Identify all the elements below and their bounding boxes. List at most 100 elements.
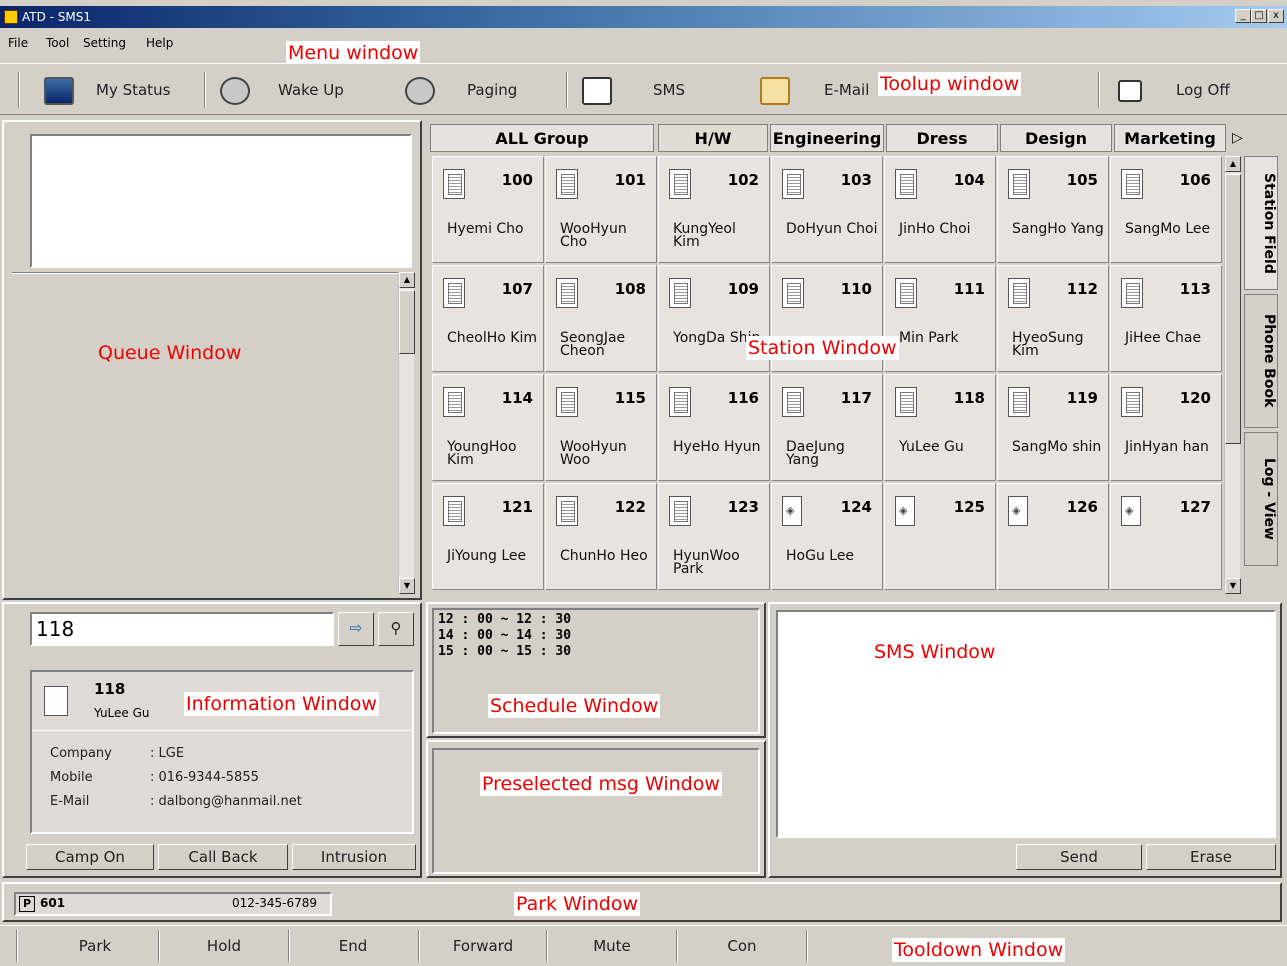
station-cell[interactable]: 118 YuLee Gu	[884, 374, 996, 481]
station-cell[interactable]: 119 SangMo shin	[997, 374, 1109, 481]
station-cell[interactable]: 105 SangHo Yang	[997, 156, 1109, 263]
station-cell[interactable]: 107 CheolHo Kim	[432, 265, 544, 372]
station-cell[interactable]: 111 Min Park	[884, 265, 996, 372]
annotation-sms-window: SMS Window	[872, 640, 998, 664]
park-slot[interactable]: P 601 012-345-6789	[14, 892, 332, 916]
preselected-msg-list[interactable]	[432, 748, 760, 874]
scroll-down-arrow-icon[interactable]: ▼	[399, 578, 415, 594]
desk-phone-icon	[443, 496, 465, 526]
queue-scrollbar[interactable]: ▲ ▼	[398, 272, 415, 594]
tab-marketing[interactable]: Marketing	[1114, 124, 1226, 152]
forward-button[interactable]: Forward	[420, 926, 546, 966]
station-cell[interactable]: 121 JiYoung Lee	[432, 483, 544, 590]
log-off-button[interactable]: Log Off	[1112, 64, 1262, 116]
station-cell[interactable]: 101 WooHyun Cho	[545, 156, 657, 263]
queue-divider	[12, 272, 412, 274]
station-number: 102	[727, 171, 759, 189]
station-cell[interactable]: 115 WooHyun Woo	[545, 374, 657, 481]
tab-station-field[interactable]: Station Field	[1244, 156, 1278, 290]
station-cell[interactable]: 104 JinHo Choi	[884, 156, 996, 263]
app-icon	[4, 10, 18, 24]
close-button[interactable]: x	[1268, 9, 1284, 23]
menu-file[interactable]: File	[8, 36, 28, 50]
side-tabs: Station Field Phone Book Log - View	[1244, 156, 1278, 594]
desk-phone-icon	[895, 169, 917, 199]
station-cell[interactable]: 102 KungYeol Kim	[658, 156, 770, 263]
scroll-up-arrow-icon[interactable]: ▲	[399, 272, 415, 288]
hold-button[interactable]: Hold	[160, 926, 288, 966]
menu-bar: File Tool Setting Help	[0, 30, 1287, 58]
station-cell[interactable]: 106 SangMo Lee	[1110, 156, 1222, 263]
mute-button[interactable]: Mute	[548, 926, 676, 966]
station-cell[interactable]: 124 HoGu Lee	[771, 483, 883, 590]
station-cell[interactable]: 112 HyeoSung Kim	[997, 265, 1109, 372]
station-name: JinHo Choi	[899, 221, 971, 237]
station-cell[interactable]: 126	[997, 483, 1109, 590]
sms-button[interactable]: SMS	[582, 64, 712, 116]
envelope-icon	[760, 77, 790, 105]
maximize-button[interactable]: □	[1251, 9, 1267, 23]
station-number: 127	[1179, 498, 1211, 516]
station-name: YoungHoo Kim	[447, 439, 517, 468]
station-name: DaeJung Yang	[786, 439, 845, 468]
tab-dress[interactable]: Dress	[886, 124, 998, 152]
my-status-button[interactable]: My Status	[44, 64, 194, 116]
scroll-up-arrow-icon[interactable]: ▲	[1225, 156, 1241, 172]
station-number: 108	[614, 280, 646, 298]
phone-document-icon	[582, 77, 612, 105]
email-button[interactable]: E-Mail	[760, 64, 880, 116]
tab-all-group[interactable]: ALL Group	[430, 124, 654, 152]
station-scrollbar[interactable]: ▲ ▼	[1224, 156, 1241, 594]
my-status-label: My Status	[96, 81, 171, 99]
station-cell[interactable]: 125	[884, 483, 996, 590]
log-off-label: Log Off	[1176, 81, 1230, 99]
station-cell[interactable]: 120 JinHyan han	[1110, 374, 1222, 481]
intrusion-button[interactable]: Intrusion	[292, 844, 416, 870]
station-cell[interactable]: 123 HyunWoo Park	[658, 483, 770, 590]
sms-message-input[interactable]	[776, 610, 1276, 838]
station-phone-icon	[1008, 496, 1028, 526]
toolbar-grip	[16, 930, 18, 962]
conference-button[interactable]: Con	[678, 926, 806, 966]
station-cell[interactable]: 114 YoungHoo Kim	[432, 374, 544, 481]
tab-phone-book[interactable]: Phone Book	[1244, 294, 1278, 428]
station-search-input[interactable]	[30, 612, 334, 646]
scroll-thumb[interactable]	[399, 290, 415, 354]
paging-button[interactable]: Paging	[405, 64, 555, 116]
call-back-button[interactable]: Call Back	[158, 844, 288, 870]
station-name: DoHyun Choi	[786, 221, 878, 237]
magnifier-icon[interactable]: ⚲	[378, 612, 414, 646]
station-cell[interactable]: 113 JiHee Chae	[1110, 265, 1222, 372]
station-number: 106	[1179, 171, 1211, 189]
camp-on-button[interactable]: Camp On	[26, 844, 154, 870]
send-button[interactable]: Send	[1016, 844, 1142, 870]
queue-active-list[interactable]	[30, 134, 412, 268]
station-number: 126	[1066, 498, 1098, 516]
station-cell[interactable]: 127	[1110, 483, 1222, 590]
minimize-button[interactable]: _	[1235, 9, 1251, 23]
tab-engineering[interactable]: Engineering	[770, 124, 884, 152]
scroll-down-arrow-icon[interactable]: ▼	[1225, 578, 1241, 594]
tab-hw[interactable]: H/W	[658, 124, 768, 152]
paging-label: Paging	[467, 81, 518, 99]
tab-log-view[interactable]: Log - View	[1244, 432, 1278, 566]
erase-button[interactable]: Erase	[1146, 844, 1276, 870]
park-button[interactable]: Park	[30, 926, 160, 966]
scroll-thumb[interactable]	[1225, 174, 1241, 444]
desk-phone-icon	[443, 169, 465, 199]
menu-tool[interactable]: Tool	[46, 36, 69, 50]
menu-setting[interactable]: Setting	[83, 36, 126, 50]
station-cell[interactable]: 117 DaeJung Yang	[771, 374, 883, 481]
go-arrow-icon[interactable]: ⇨	[338, 612, 374, 646]
wake-up-button[interactable]: Wake Up	[220, 64, 370, 116]
station-cell[interactable]: 100 Hyemi Cho	[432, 156, 544, 263]
menu-help[interactable]: Help	[146, 36, 173, 50]
station-cell[interactable]: 116 HyeHo Hyun	[658, 374, 770, 481]
tab-scroll-right-icon[interactable]: ▷	[1226, 124, 1278, 152]
station-cell[interactable]: 108 SeongJae Cheon	[545, 265, 657, 372]
tab-design[interactable]: Design	[1000, 124, 1112, 152]
station-cell[interactable]: 103 DoHyun Choi	[771, 156, 883, 263]
station-number: 104	[953, 171, 985, 189]
station-cell[interactable]: 122 ChunHo Heo	[545, 483, 657, 590]
end-button[interactable]: End	[290, 926, 416, 966]
